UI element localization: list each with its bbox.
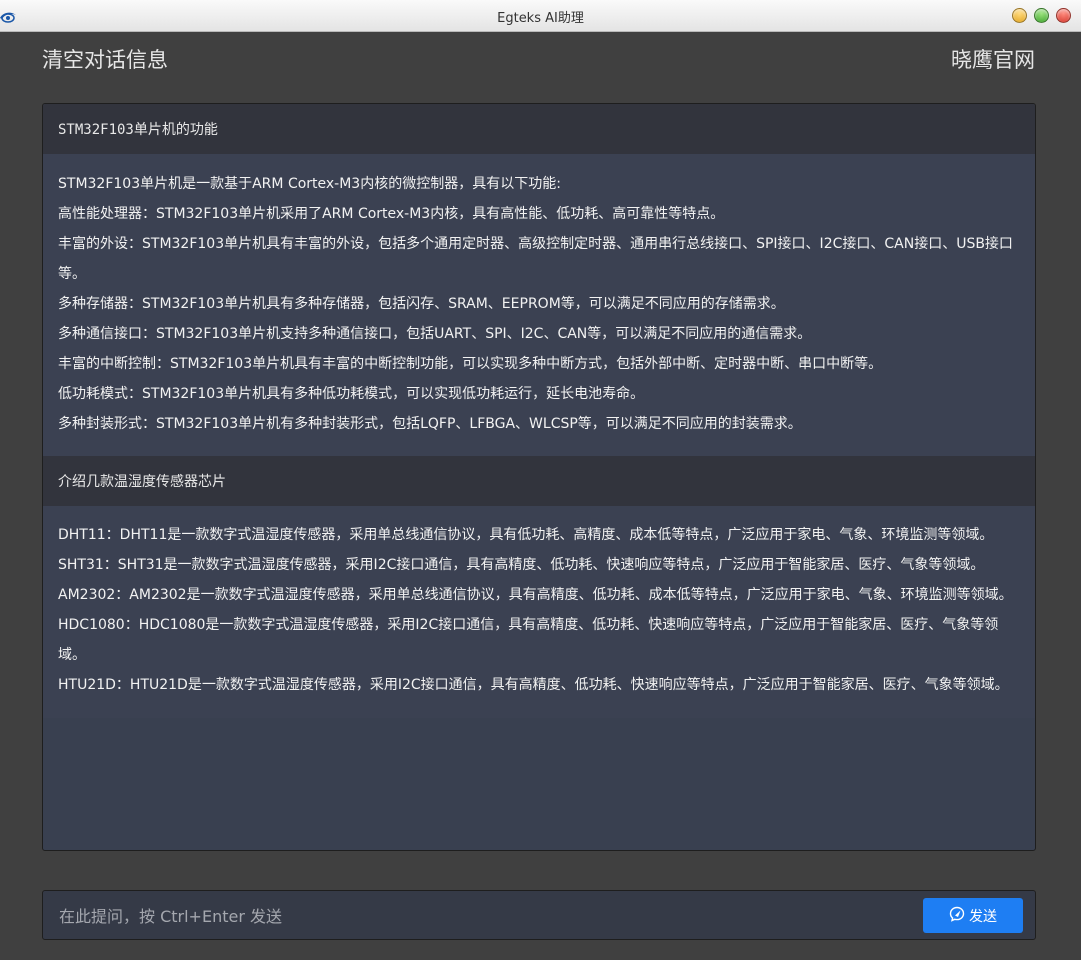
assistant-answer: DHT11：DHT11是一款数字式温湿度传感器，采用单总线通信协议，具有低功耗、… — [43, 506, 1035, 718]
minimize-button[interactable] — [1012, 8, 1027, 23]
assistant-answer: STM32F103单片机是一款基于ARM Cortex-M3内核的微控制器，具有… — [43, 154, 1035, 456]
answer-line: HDC1080：HDC1080是一款数字式温湿度传感器，采用I2C接口通信，具有… — [58, 617, 999, 663]
answer-line: 多种封装形式：STM32F103单片机有多种封装形式，包括LQFP、LFBGA、… — [58, 416, 802, 432]
clear-conversation-button[interactable]: 清空对话信息 — [42, 44, 168, 74]
answer-line: 低功耗模式：STM32F103单片机具有多种低功耗模式，可以实现低功耗运行，延长… — [58, 386, 645, 402]
question-input-bar: 发送 — [42, 890, 1036, 940]
answer-line: HTU21D：HTU21D是一款数字式温湿度传感器，采用I2C接口通信，具有高精… — [58, 677, 1009, 693]
answer-line: DHT11：DHT11是一款数字式温湿度传感器，采用单总线通信协议，具有低功耗、… — [58, 527, 994, 543]
window-title: Egteks AI助理 — [497, 11, 584, 26]
send-button[interactable]: 发送 — [923, 898, 1023, 933]
app-window: Egteks AI助理 清空对话信息 晓鹰官网 STM32F103单片机的功能 … — [0, 0, 1081, 960]
question-input[interactable] — [57, 901, 881, 931]
send-chat-icon — [949, 906, 965, 926]
answer-line: 高性能处理器：STM32F103单片机采用了ARM Cortex-M3内核，具有… — [58, 206, 725, 222]
answer-line: 丰富的中断控制：STM32F103单片机具有丰富的中断控制功能，可以实现多种中断… — [58, 356, 883, 372]
maximize-button[interactable] — [1034, 8, 1049, 23]
answer-line: 丰富的外设：STM32F103单片机具有丰富的外设，包括多个通用定时器、高级控制… — [58, 236, 1013, 282]
official-site-link[interactable]: 晓鹰官网 — [951, 44, 1035, 74]
answer-line: 多种存储器：STM32F103单片机具有多种存储器，包括闪存、SRAM、EEPR… — [58, 296, 785, 312]
answer-line: STM32F103单片机是一款基于ARM Cortex-M3内核的微控制器，具有… — [58, 176, 561, 192]
answer-line: SHT31：SHT31是一款数字式温湿度传感器，采用I2C接口通信，具有高精度、… — [58, 557, 985, 573]
chat-history[interactable]: STM32F103单片机的功能 STM32F103单片机是一款基于ARM Cor… — [42, 103, 1036, 851]
send-button-label: 发送 — [969, 908, 997, 925]
close-button[interactable] — [1056, 8, 1071, 23]
user-question: STM32F103单片机的功能 — [43, 104, 1035, 154]
title-bar: Egteks AI助理 — [0, 0, 1081, 32]
user-question: 介绍几款温湿度传感器芯片 — [43, 456, 1035, 506]
window-controls — [1012, 8, 1071, 23]
answer-line: 多种通信接口：STM32F103单片机支持多种通信接口，包括UART、SPI、I… — [58, 326, 812, 342]
answer-line: AM2302：AM2302是一款数字式温湿度传感器，采用单总线通信协议，具有高精… — [58, 587, 1013, 603]
